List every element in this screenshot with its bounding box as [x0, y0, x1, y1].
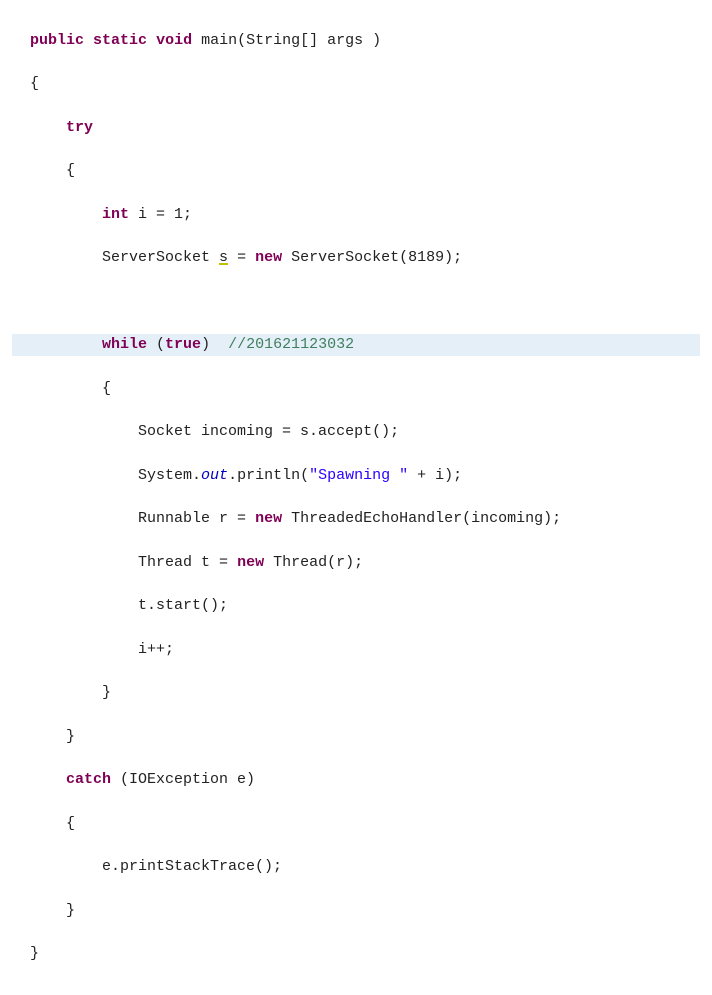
code-line: }: [12, 943, 700, 965]
code-block: public static void main(String[] args ) …: [12, 8, 700, 987]
brace: {: [30, 75, 39, 92]
code-line: }: [12, 726, 700, 748]
comment: //201621123032: [228, 336, 354, 353]
string-literal: "Spawning ": [309, 467, 408, 484]
keyword-new: new: [237, 554, 264, 571]
brace: }: [102, 684, 111, 701]
text: ThreadedEchoHandler(incoming);: [282, 510, 561, 527]
text: (: [147, 336, 165, 353]
keyword-catch: catch: [66, 771, 111, 788]
code-line: {: [12, 160, 700, 182]
code-line: }: [12, 682, 700, 704]
text: =: [228, 249, 255, 266]
code-line: {: [12, 73, 700, 95]
code-line: }: [12, 900, 700, 922]
text: System.: [138, 467, 201, 484]
stmt: i++;: [138, 641, 174, 658]
text: .println(: [228, 467, 309, 484]
keyword-int: int: [102, 206, 129, 223]
stmt: t.start();: [138, 597, 228, 614]
stmt: e.printStackTrace();: [102, 858, 282, 875]
keyword-true: true: [165, 336, 201, 353]
keyword-static: static: [93, 32, 147, 49]
int-decl: i = 1;: [129, 206, 192, 223]
text: Thread(r);: [264, 554, 363, 571]
text: ServerSocket: [102, 249, 219, 266]
code-line: t.start();: [12, 595, 700, 617]
code-line-highlighted: while (true) //201621123032: [12, 334, 700, 356]
ctor-call: ServerSocket(8189);: [282, 249, 462, 266]
brace: {: [66, 815, 75, 832]
text: + i);: [408, 467, 462, 484]
param-list: (String[] args ): [237, 32, 381, 49]
keyword-try: try: [66, 119, 93, 136]
method-name: main: [201, 32, 237, 49]
keyword-new: new: [255, 249, 282, 266]
code-line: ServerSocket s = new ServerSocket(8189);: [12, 247, 700, 269]
code-line: catch (IOException e): [12, 769, 700, 791]
catch-param: (IOException e): [111, 771, 255, 788]
code-line: Runnable r = new ThreadedEchoHandler(inc…: [12, 508, 700, 530]
keyword-void: void: [156, 32, 192, 49]
keyword-public: public: [30, 32, 84, 49]
text: Thread t =: [138, 554, 237, 571]
code-line: System.out.println("Spawning " + i);: [12, 465, 700, 487]
brace: {: [66, 162, 75, 179]
code-line: {: [12, 378, 700, 400]
brace: }: [66, 728, 75, 745]
code-line: Socket incoming = s.accept();: [12, 421, 700, 443]
keyword-while: while: [102, 336, 147, 353]
stmt: Socket incoming = s.accept();: [138, 423, 399, 440]
code-line: e.printStackTrace();: [12, 856, 700, 878]
brace: {: [102, 380, 111, 397]
field-out: out: [201, 467, 228, 484]
var-s: s: [219, 249, 228, 266]
code-line: int i = 1;: [12, 204, 700, 226]
text: ): [201, 336, 228, 353]
code-line: try: [12, 117, 700, 139]
brace: }: [66, 902, 75, 919]
code-line: Thread t = new Thread(r);: [12, 552, 700, 574]
text: Runnable r =: [138, 510, 255, 527]
code-line: {: [12, 813, 700, 835]
code-line: public static void main(String[] args ): [12, 30, 700, 52]
brace: }: [30, 945, 39, 962]
keyword-new: new: [255, 510, 282, 527]
code-line: [12, 291, 700, 313]
code-line: i++;: [12, 639, 700, 661]
